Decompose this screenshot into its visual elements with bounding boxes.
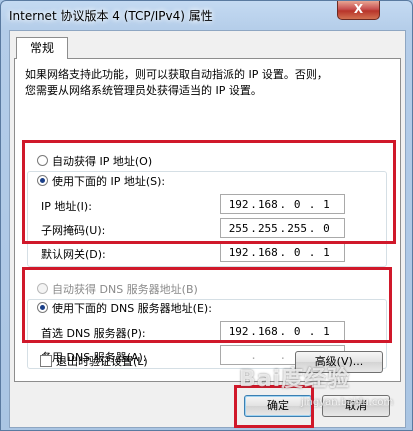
octet: 192	[228, 324, 249, 338]
octet: 1	[323, 197, 330, 211]
tab-panel-general: 如果网络支持此功能，则可以获取自动指派的 IP 设置。否则， 您需要从网络系统管…	[14, 58, 401, 382]
ip-manual-radio[interactable]	[37, 175, 48, 186]
tab-general[interactable]: 常规	[16, 37, 68, 59]
subnet-mask-input[interactable]: 255. 255. 255. 0	[220, 218, 345, 238]
dns-auto-option[interactable]: 自动获得 DNS 服务器地址(B)	[37, 281, 198, 297]
advanced-button[interactable]: 高级(V)...	[295, 351, 383, 373]
default-gateway-input[interactable]: 192. 168. 0. 1	[220, 242, 345, 262]
octet: 255	[228, 221, 249, 235]
validate-settings-option[interactable]: 退出时验证设置(L)	[40, 353, 148, 369]
preferred-dns-label: 首选 DNS 服务器(P):	[41, 327, 146, 340]
dns-manual-label: 使用下面的 DNS 服务器地址(E):	[52, 302, 212, 315]
octet: 168	[257, 197, 278, 211]
octet: 0	[323, 221, 330, 235]
dns-auto-label: 自动获得 DNS 服务器地址(B)	[52, 283, 198, 296]
validate-settings-label: 退出时验证设置(L)	[56, 355, 148, 368]
close-button[interactable]: X	[337, 1, 380, 20]
octet: 0	[293, 197, 301, 211]
ip-auto-option[interactable]: 自动获得 IP 地址(O)	[37, 153, 152, 169]
description-line-2: 您需要从网络系统管理员处获得适当的 IP 设置。	[25, 84, 262, 97]
octet: 0	[293, 324, 301, 338]
dns-manual-option[interactable]: 使用下面的 DNS 服务器地址(E):	[37, 300, 212, 316]
dialog-window: Internet 协议版本 4 (TCP/IPv4) 属性 X 常规 如果网络支…	[0, 0, 413, 431]
dns-manual-radio[interactable]	[37, 302, 48, 313]
ip-auto-label: 自动获得 IP 地址(O)	[52, 155, 153, 168]
octet: 168	[257, 324, 278, 338]
octet: 192	[228, 197, 249, 211]
title-bar[interactable]: Internet 协议版本 4 (TCP/IPv4) 属性 X	[1, 1, 413, 29]
octet: 1	[323, 324, 330, 338]
dialog-body: 常规 如果网络支持此功能，则可以获取自动指派的 IP 设置。否则， 您需要从网络…	[9, 30, 406, 428]
octet: 255	[257, 221, 278, 235]
octet: 192	[228, 245, 249, 259]
dns-auto-radio[interactable]	[37, 283, 48, 294]
octet: 255	[287, 221, 308, 235]
description-text: 如果网络支持此功能，则可以获取自动指派的 IP 设置。否则， 您需要从网络系统管…	[25, 67, 395, 99]
cancel-button[interactable]: 取消	[322, 395, 390, 417]
preferred-dns-input[interactable]: 192. 168. 0. 1	[220, 321, 345, 341]
description-line-1: 如果网络支持此功能，则可以获取自动指派的 IP 设置。否则，	[25, 68, 328, 81]
ip-manual-option[interactable]: 使用下面的 IP 地址(S):	[37, 173, 165, 189]
ok-button[interactable]: 确定	[244, 395, 312, 417]
default-gateway-label: 默认网关(D):	[41, 248, 106, 261]
ip-manual-label: 使用下面的 IP 地址(S):	[52, 175, 166, 188]
ip-address-input[interactable]: 192. 168. 0. 1	[220, 194, 345, 214]
octet: 0	[293, 245, 301, 259]
window-title: Internet 协议版本 4 (TCP/IPv4) 属性	[9, 9, 213, 23]
octet: 1	[323, 245, 330, 259]
octet: 168	[257, 245, 278, 259]
validate-settings-checkbox[interactable]	[40, 355, 52, 367]
ip-auto-radio[interactable]	[37, 155, 48, 166]
ip-address-label: IP 地址(I):	[41, 200, 92, 213]
subnet-mask-label: 子网掩码(U):	[41, 224, 106, 237]
